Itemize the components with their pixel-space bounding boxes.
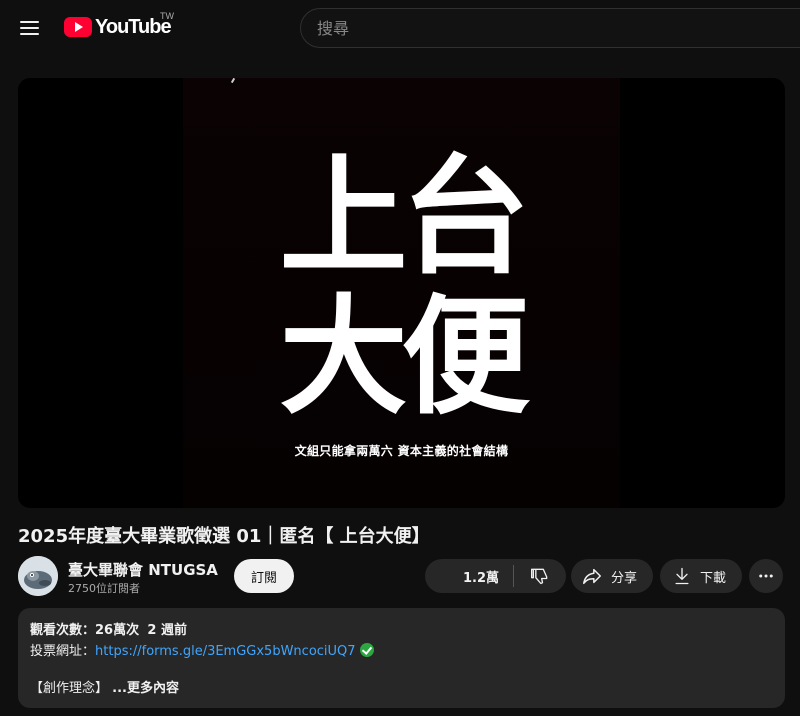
description-box[interactable]: 觀看次數：26萬次 2 週前 投票網址：https://forms.gle/3E… — [18, 608, 785, 708]
like-dislike-group: 1.2萬 — [425, 559, 566, 593]
download-icon — [675, 567, 689, 585]
search-input[interactable] — [317, 9, 797, 47]
like-count: 1.2萬 — [462, 570, 499, 586]
video-art-line-1: 上台 — [279, 143, 529, 292]
top-bar: YouTube TW — [0, 0, 800, 56]
search-box[interactable] — [300, 8, 800, 48]
verified-check-icon — [359, 643, 374, 657]
concept-line: 【創作理念】 ...更多內容 — [30, 678, 773, 699]
more-horizontal-icon — [759, 574, 773, 578]
vote-label: 投票網址： — [30, 644, 96, 659]
views-label: 觀看次數： — [30, 623, 96, 638]
download-button[interactable]: 下載 — [660, 559, 742, 593]
upload-time: 2 週前 — [147, 623, 187, 638]
concept-label: 【創作理念】 — [30, 681, 109, 696]
channel-name[interactable]: 臺大畢聯會 NTUGSA — [68, 559, 218, 580]
like-button[interactable]: 1.2萬 — [425, 559, 513, 593]
video-player[interactable]: 上台 大便 文組只能拿兩萬六 資本主義的社會結構 — [18, 78, 785, 508]
video-art-line-2: 大便 — [279, 283, 529, 432]
subscribe-button[interactable]: 訂閱 — [234, 559, 294, 593]
dislike-button[interactable] — [514, 559, 566, 593]
avatar-mascot-icon — [18, 556, 58, 596]
share-label: 分享 — [611, 570, 638, 586]
share-icon — [583, 568, 601, 585]
views-value: 26萬次 — [95, 623, 140, 638]
show-more-link[interactable]: ...更多內容 — [112, 681, 179, 696]
video-art-title: 上台 大便 — [18, 148, 785, 428]
share-button[interactable]: 分享 — [571, 559, 653, 593]
country-code: TW — [160, 11, 174, 21]
vote-link[interactable]: https://forms.gle/3EmGGx5bWncociUQ7 — [95, 644, 356, 659]
video-art-subtitle: 文組只能拿兩萬六 資本主義的社會結構 — [294, 444, 509, 458]
video-title: 2025年度臺大畢業歌徵選 01｜匿名【 上台大便】 — [18, 526, 430, 547]
subscriber-count: 2750位訂閱者 — [68, 582, 140, 595]
view-stats: 觀看次數：26萬次 2 週前 — [30, 620, 773, 641]
youtube-play-icon — [64, 17, 92, 37]
youtube-logo[interactable]: YouTube — [64, 15, 172, 39]
vote-line: 投票網址：https://forms.gle/3EmGGx5bWncociUQ7 — [30, 641, 773, 662]
menu-icon[interactable] — [14, 12, 46, 44]
download-label: 下載 — [700, 570, 727, 586]
channel-avatar[interactable] — [18, 556, 58, 596]
more-actions-button[interactable] — [749, 559, 783, 593]
thumbs-down-icon — [531, 568, 548, 585]
